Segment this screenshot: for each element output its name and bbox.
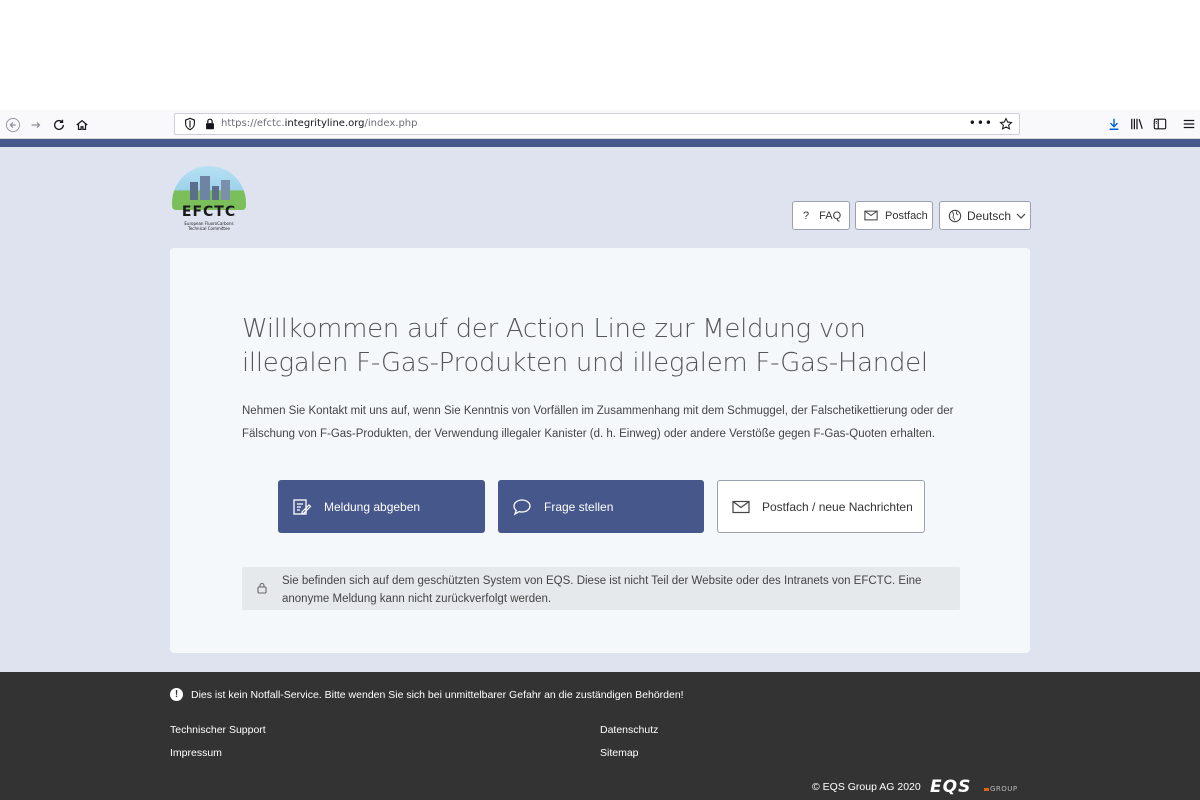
eqs-logo: EQS [930, 777, 972, 797]
page-title: Willkommen auf der Action Line zur Meldu… [242, 314, 928, 378]
submit-report-label: Meldung abgeben [324, 499, 421, 514]
copyright: © EQS Group AG 2020 [812, 781, 921, 793]
language-label: Deutsch [967, 208, 1012, 223]
footer-link-imprint[interactable]: Impressum [170, 747, 222, 759]
question-icon: ? [803, 209, 810, 222]
eqs-logo-dot [984, 788, 989, 791]
footer-link-support[interactable]: Technischer Support [170, 724, 266, 736]
mailbox-label: Postfach / neue Nachrichten [762, 499, 913, 514]
exclamation-icon: ! [170, 688, 183, 701]
lock-icon [257, 582, 267, 594]
accent-strip [0, 139, 1200, 147]
intro-text: Nehmen Sie Kontakt mit uns auf, wenn Sie… [242, 405, 954, 440]
browser-toolbar: https://efctc.integrityline.org/index.ph… [0, 110, 1200, 139]
download-icon[interactable] [1107, 117, 1121, 131]
bookmark-star-icon[interactable] [999, 117, 1013, 131]
shield-icon[interactable] [183, 117, 197, 131]
back-button[interactable] [3, 115, 23, 135]
url-bar[interactable]: https://efctc.integrityline.org/index.ph… [174, 113, 1020, 135]
eqs-logo-suffix: GROUP [990, 785, 1018, 793]
faq-button[interactable]: ? FAQ [792, 201, 850, 230]
chevron-down-icon [1016, 213, 1026, 219]
logo-subtitle: Technical Committee [188, 226, 230, 231]
faq-label: FAQ [819, 209, 842, 222]
forward-button[interactable] [26, 115, 46, 135]
footer-link-privacy[interactable]: Datenschutz [600, 724, 658, 736]
reload-button[interactable] [49, 115, 69, 135]
language-select[interactable]: Deutsch [939, 201, 1031, 230]
url-text: https://efctc.integrityline.org/index.ph… [221, 118, 418, 129]
submit-report-button[interactable]: Meldung abgeben [278, 480, 485, 533]
menu-icon[interactable] [1182, 117, 1196, 131]
blank-area [0, 0, 1200, 110]
library-icon[interactable] [1130, 117, 1144, 131]
arrow-right-icon [31, 121, 41, 129]
page-actions-icon[interactable]: ••• [969, 116, 993, 130]
emergency-warning-text: Dies ist kein Notfall-Service. Bitte wen… [191, 688, 684, 701]
security-notice-text: Sie befinden sich auf dem geschützten Sy… [282, 575, 922, 605]
lock-icon[interactable] [203, 117, 217, 131]
sidebar-icon[interactable] [1153, 117, 1167, 131]
ask-question-button[interactable]: Frage stellen [498, 480, 704, 533]
emergency-warning: ! Dies ist kein Notfall-Service. Bitte w… [170, 688, 684, 701]
security-notice: Sie befinden sich auf dem geschützten Sy… [242, 567, 960, 610]
edit-icon [293, 498, 312, 515]
efctc-logo[interactable]: EFCTC European FluoroCarbons Technical C… [170, 166, 248, 231]
logo-title: EFCTC [181, 204, 237, 220]
mail-icon [864, 210, 878, 221]
chat-icon [513, 498, 531, 515]
mailbox-button[interactable]: Postfach / neue Nachrichten [717, 480, 925, 533]
globe-icon [948, 209, 962, 222]
footer-link-sitemap[interactable]: Sitemap [600, 747, 639, 759]
reload-icon [53, 119, 65, 130]
home-button[interactable] [72, 115, 92, 135]
postfach-button[interactable]: Postfach [855, 201, 933, 230]
arrow-left-icon [6, 118, 20, 132]
mail-icon [732, 500, 750, 513]
home-icon [76, 119, 88, 130]
postfach-label: Postfach [885, 209, 928, 222]
ask-question-label: Frage stellen [544, 499, 614, 514]
